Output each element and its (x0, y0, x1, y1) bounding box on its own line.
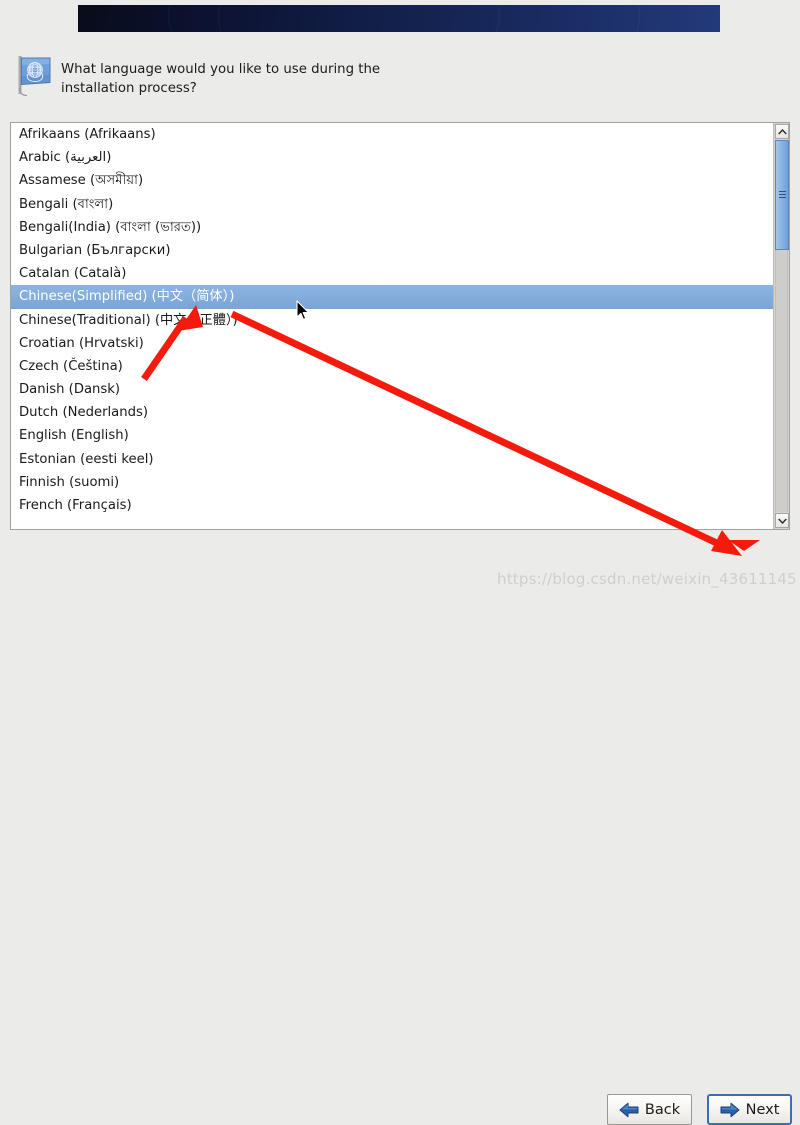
language-listbox[interactable]: Afrikaans (Afrikaans) Arabic (العربية) Ass… (10, 122, 790, 530)
language-list-item[interactable]: Danish (Dansk) (11, 378, 773, 401)
language-list-item[interactable]: Arabic (العربية) (11, 146, 773, 169)
scrollbar-grip (779, 191, 786, 199)
language-list-item[interactable]: Bengali (বাংলা) (11, 193, 773, 216)
language-list-item[interactable]: Bengali(India) (বাংলা (ভারত)) (11, 216, 773, 239)
chevron-down-icon (777, 518, 787, 524)
language-list-item[interactable]: Croatian (Hrvatski) (11, 332, 773, 355)
language-list-item[interactable]: English (English) (11, 424, 773, 447)
language-list-item[interactable]: Afrikaans (Afrikaans) (11, 123, 773, 146)
next-button[interactable]: Next (707, 1094, 792, 1125)
language-list-item[interactable]: Czech (Čeština) (11, 355, 773, 378)
arrow-right-icon (720, 1102, 740, 1117)
language-list-item[interactable]: Assamese (অসমীয়া) (11, 169, 773, 192)
language-list-item[interactable]: Estonian (eesti keel) (11, 448, 773, 471)
language-list-item[interactable]: Bulgarian (Български) (11, 239, 773, 262)
scroll-down-button[interactable] (775, 513, 789, 528)
language-list-item[interactable]: French (Français) (11, 494, 773, 517)
scrollbar-thumb[interactable] (775, 140, 789, 250)
next-button-label: Next (745, 1101, 780, 1118)
language-list-item[interactable]: Chinese(Traditional) (中文（正體）) (11, 309, 773, 332)
language-list-item-selected[interactable]: Chinese(Simplified) (中文（简体）) (11, 285, 773, 309)
installer-banner (78, 5, 720, 32)
back-button-label: Back (644, 1101, 681, 1118)
watermark-text: https://blog.csdn.net/weixin_43611145 (497, 570, 797, 588)
scroll-up-button[interactable] (775, 124, 789, 139)
language-list-item[interactable]: Finnish (suomi) (11, 471, 773, 494)
un-flag-icon (18, 56, 51, 97)
arrow-left-icon (619, 1102, 639, 1117)
chevron-up-icon (777, 128, 787, 134)
prompt-text: What language would you like to use duri… (61, 62, 381, 96)
language-list-viewport[interactable]: Afrikaans (Afrikaans) Arabic (العربية) Ass… (11, 123, 773, 529)
back-button[interactable]: Back (607, 1094, 692, 1125)
mouse-cursor (296, 300, 309, 320)
prompt-row: What language would you like to use duri… (14, 52, 774, 98)
vertical-scrollbar[interactable] (773, 123, 789, 529)
language-list-item[interactable]: Dutch (Nederlands) (11, 401, 773, 424)
banner-swoosh-decoration (78, 5, 720, 32)
language-list-item[interactable]: Catalan (Català) (11, 262, 773, 285)
